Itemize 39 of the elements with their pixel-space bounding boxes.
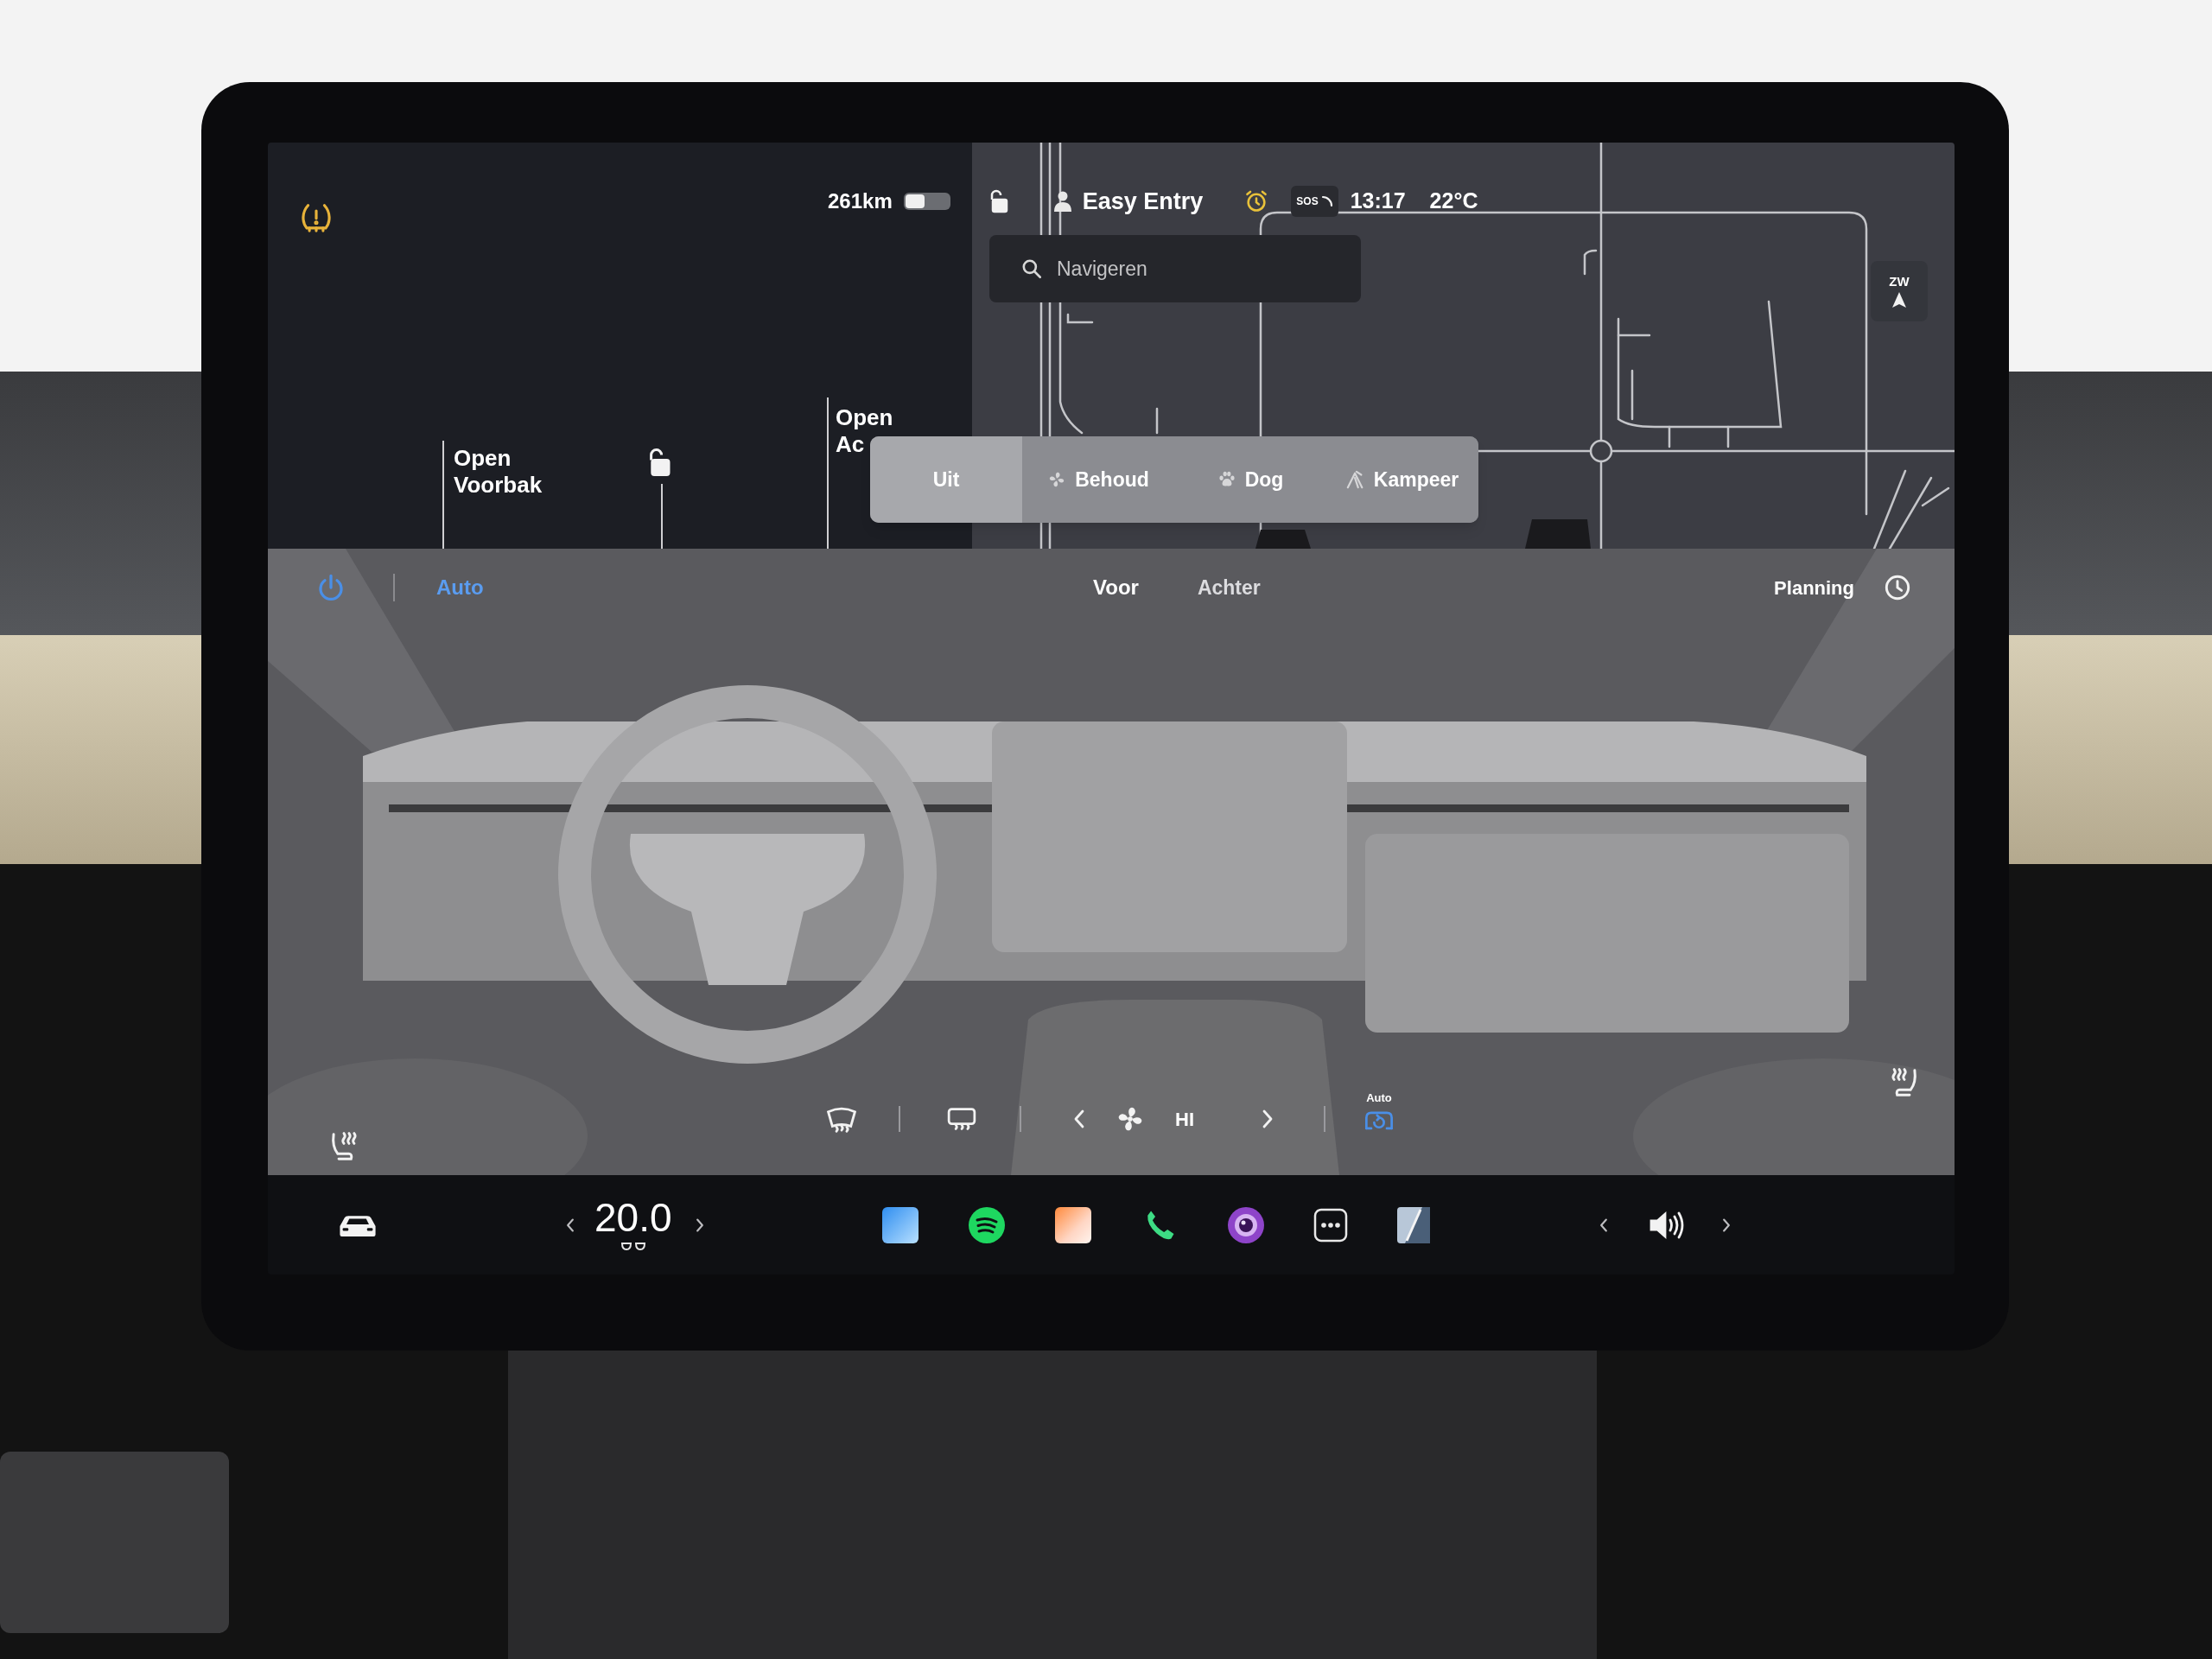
alarm-clock-icon <box>1244 189 1269 213</box>
chevron-right-icon <box>1262 1109 1274 1129</box>
driver-profile-button[interactable]: Easy Entry <box>1052 183 1204 219</box>
roundabout-ring <box>1589 439 1613 463</box>
cabin-temperature-text[interactable]: 20.0 <box>594 1197 672 1237</box>
range-text: 261km <box>828 188 893 214</box>
chevron-left-icon <box>1599 1217 1608 1233</box>
camera-lens-icon[interactable] <box>1226 1205 1265 1244</box>
compass-button[interactable]: ZW <box>1871 261 1928 321</box>
tire-pressure-warning-icon <box>300 201 333 234</box>
chevron-right-icon <box>695 1217 704 1233</box>
chevron-left-icon <box>566 1217 575 1233</box>
rear-defrost-icon[interactable] <box>945 1105 978 1133</box>
planning-button[interactable]: Planning <box>1774 573 1854 602</box>
diagonal-tile-icon[interactable] <box>1395 1205 1431 1244</box>
search-field[interactable]: Navigeren <box>989 235 1361 302</box>
tent-icon <box>1345 470 1365 489</box>
zone-tab[interactable]: Achter <box>1197 572 1261 603</box>
chevron-left-icon <box>1073 1109 1085 1129</box>
battery-icon <box>902 192 951 211</box>
seat-pair-icon <box>620 1240 646 1253</box>
fan-speed-text: HI <box>1175 1107 1194 1132</box>
square-tile-icon[interactable] <box>880 1205 919 1244</box>
recirculation-auto-label: Auto <box>1366 1091 1392 1103</box>
more-icon[interactable] <box>1313 1207 1348 1243</box>
sos-label: SOS <box>1296 196 1319 207</box>
clock-time-text: 13:17 <box>1350 188 1406 215</box>
search-icon <box>1020 257 1043 280</box>
person-icon <box>1052 190 1072 213</box>
call-arc-icon <box>1320 195 1333 207</box>
outside-temperature-text: 22°C <box>1429 188 1478 215</box>
trunk-label[interactable]: Open Voorbak <box>454 445 543 499</box>
chevron-right-icon <box>1721 1217 1731 1233</box>
zone-tab[interactable]: Voor <box>1093 572 1139 603</box>
clock-icon[interactable] <box>1884 574 1911 601</box>
road-line <box>1155 407 1159 435</box>
gradient-tile-icon[interactable] <box>1053 1205 1092 1244</box>
sound-waves-circle-icon[interactable] <box>967 1205 1006 1244</box>
arrow-icon <box>1891 290 1907 308</box>
